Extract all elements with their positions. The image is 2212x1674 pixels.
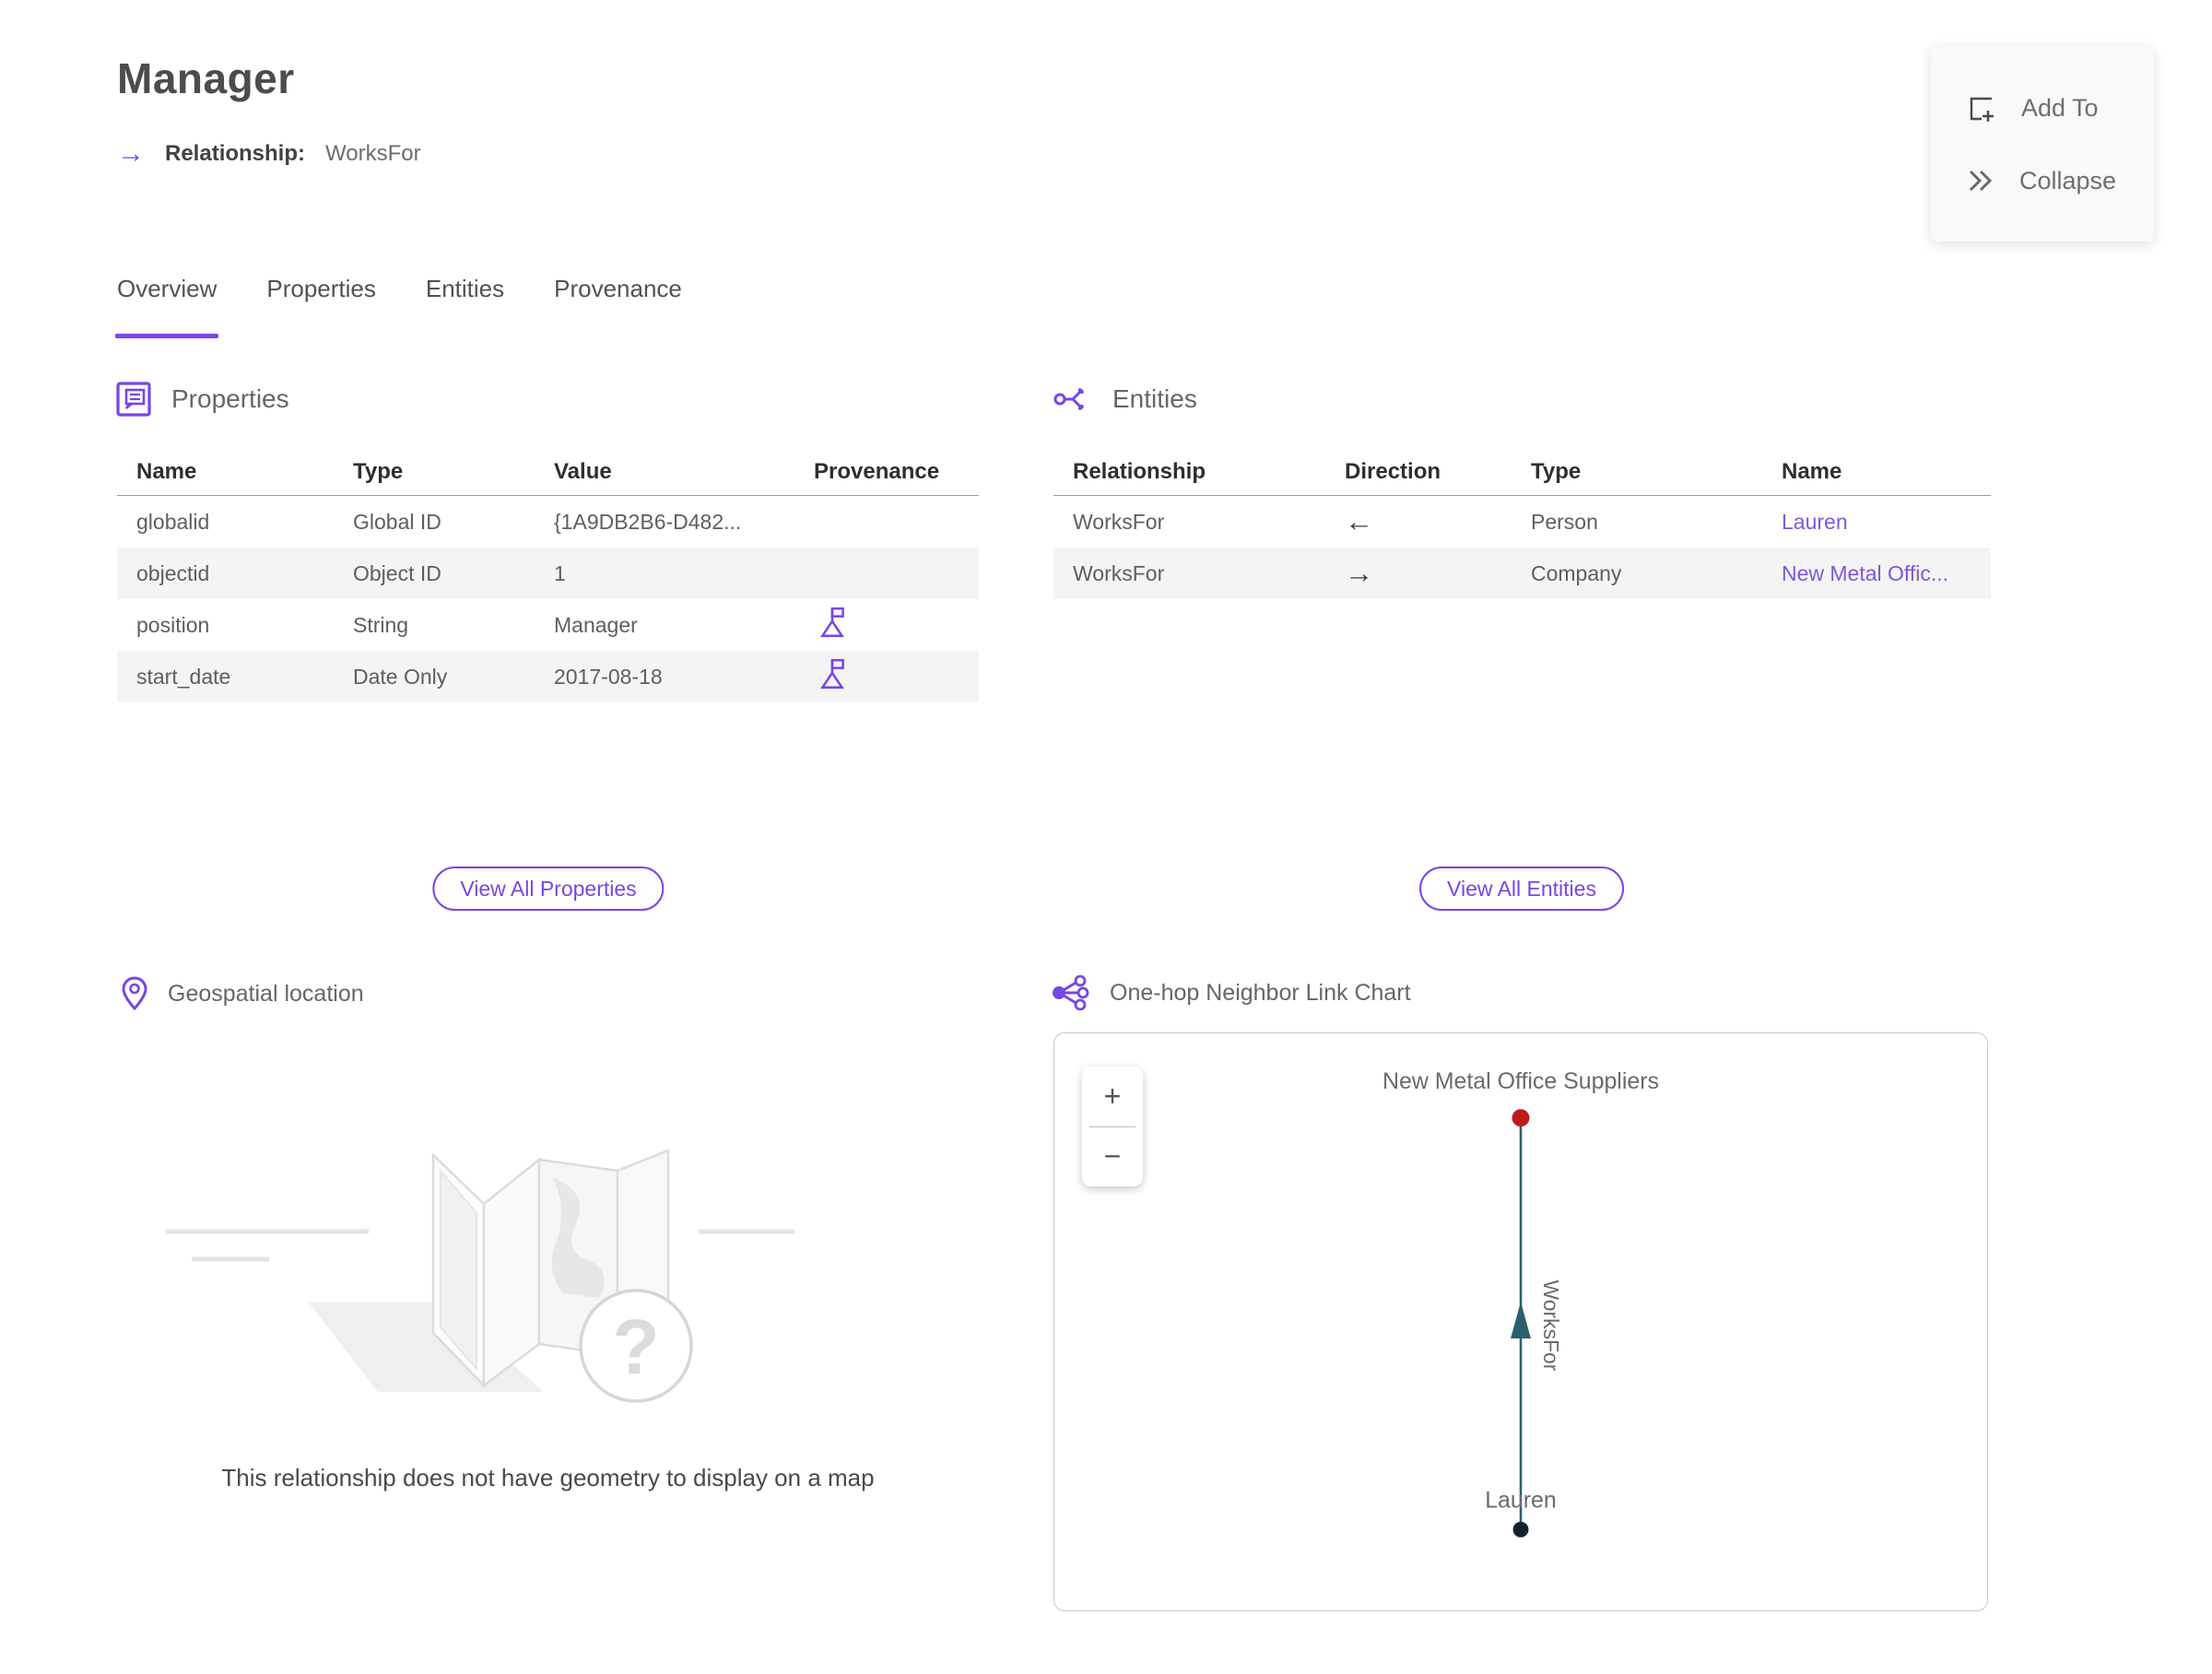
zoom-in-button[interactable]: + (1082, 1067, 1143, 1126)
direction-right-arrow: → (1345, 557, 1373, 589)
direction-left-arrow: ← (1345, 505, 1373, 537)
question-mark: ? (612, 1303, 659, 1390)
entities-section-title: Entities (1112, 384, 1197, 413)
prop-type: String (353, 612, 409, 637)
entity-link[interactable]: New Metal Offic... (1762, 561, 1991, 586)
collapse-label: Collapse (2019, 166, 2117, 195)
link-chart-canvas[interactable]: + − New Metal Office Suppliers WorksFor … (1053, 1032, 1988, 1611)
geospatial-section-title: Geospatial location (168, 980, 364, 1007)
tab-overview[interactable]: Overview (114, 275, 219, 338)
page-title: Manager (117, 54, 295, 102)
node-label-person: Lauren (1485, 1487, 1557, 1513)
node-company[interactable] (1512, 1109, 1530, 1127)
tab-properties[interactable]: Properties (266, 275, 376, 316)
tab-provenance[interactable]: Provenance (554, 275, 682, 316)
tab-bar: Overview Properties Entities Provenance (114, 275, 682, 338)
geospatial-section-header: Geospatial location (120, 975, 364, 1012)
actions-panel: Add To Collapse (1931, 46, 2154, 242)
col-direction: Direction (1345, 458, 1441, 484)
chevrons-right-icon (1969, 170, 1993, 192)
table-row: WorksFor → Company New Metal Offic... (1053, 548, 1991, 599)
link-chart-icon (1053, 975, 1089, 1010)
link-chart-graph: New Metal Office Suppliers WorksFor Laur… (1382, 1068, 1659, 1538)
map-panel (482, 1157, 541, 1388)
properties-form-icon (116, 382, 151, 417)
prop-value: 2017-08-18 (554, 664, 663, 689)
relationship-value: WorksFor (325, 141, 421, 166)
ent-type: Person (1531, 509, 1598, 534)
tab-entities[interactable]: Entities (426, 275, 504, 316)
relationship-arrow-icon: → (117, 138, 145, 169)
ent-relationship: WorksFor (1073, 509, 1165, 534)
table-row: WorksFor ← Person Lauren (1053, 496, 1991, 548)
table-row: start_date Date Only 2017-08-18 (117, 651, 979, 702)
prop-name: position (136, 612, 210, 637)
col-name: Name (136, 458, 197, 484)
prop-type: Object ID (353, 560, 441, 585)
node-person[interactable] (1512, 1521, 1529, 1538)
col-provenance: Provenance (814, 458, 940, 484)
prop-provenance (794, 606, 979, 644)
relationship-label: Relationship: (165, 141, 306, 166)
relationship-detail-page: Manager → Relationship: WorksFor Add To … (0, 0, 2212, 1674)
col-name: Name (1782, 458, 1842, 484)
entity-link[interactable]: Lauren (1762, 510, 1991, 535)
col-relationship: Relationship (1073, 458, 1206, 484)
col-value: Value (554, 458, 612, 484)
no-geometry-message: This relationship does not have geometry… (221, 1464, 875, 1491)
collapse-button[interactable]: Collapse (1966, 167, 2154, 195)
properties-section-title: Properties (171, 384, 289, 413)
prop-value: 1 (554, 560, 566, 585)
prop-type: Date Only (353, 664, 448, 689)
add-to-label: Add To (2021, 94, 2099, 122)
col-type: Type (353, 458, 404, 484)
table-row: objectid Object ID 1 (117, 548, 979, 599)
map-pin-icon (122, 976, 147, 1011)
properties-section-header: Properties (114, 380, 289, 418)
entities-table-header: Relationship Direction Type Name (1053, 448, 1991, 496)
col-type: Type (1531, 458, 1582, 484)
zoom-out-button[interactable]: − (1082, 1127, 1143, 1187)
add-to-button[interactable]: Add To (1966, 93, 2154, 124)
ent-relationship: WorksFor (1073, 560, 1165, 585)
prop-name: objectid (136, 560, 210, 585)
entities-section-header: Entities (1053, 382, 1197, 417)
properties-table-header: Name Type Value Provenance (117, 448, 979, 496)
map-placeholder-illustration: ? (166, 1149, 794, 1403)
prop-value: Manager (554, 612, 638, 637)
prop-type: Global ID (353, 509, 441, 534)
link-chart-section-title: One-hop Neighbor Link Chart (1110, 979, 1411, 1006)
provenance-flag-icon[interactable] (819, 657, 847, 690)
view-all-entities-button[interactable]: View All Entities (1419, 866, 1624, 911)
edge-arrowhead-up (1511, 1302, 1531, 1338)
table-row: globalid Global ID {1A9DB2B6-D482... (117, 496, 979, 548)
edge-label: WorksFor (1539, 1280, 1563, 1372)
add-to-icon (1970, 97, 1994, 122)
prop-name: start_date (136, 664, 231, 689)
zoom-control: + − (1082, 1067, 1143, 1186)
prop-provenance (794, 657, 979, 696)
provenance-flag-icon[interactable] (819, 606, 847, 639)
properties-table: Name Type Value Provenance globalid Glob… (117, 448, 979, 702)
node-label-company: New Metal Office Suppliers (1382, 1068, 1659, 1094)
relationship-subtitle: → Relationship: WorksFor (117, 140, 421, 168)
link-chart-section-header: One-hop Neighbor Link Chart (1051, 975, 1411, 1010)
ent-type: Company (1531, 560, 1622, 585)
entities-table: Relationship Direction Type Name WorksFo… (1053, 448, 1991, 599)
table-row: position String Manager (117, 599, 979, 651)
prop-name: globalid (136, 509, 210, 534)
entities-relationship-icon (1053, 388, 1084, 410)
view-all-properties-button[interactable]: View All Properties (432, 866, 665, 911)
prop-value: {1A9DB2B6-D482... (554, 509, 742, 534)
